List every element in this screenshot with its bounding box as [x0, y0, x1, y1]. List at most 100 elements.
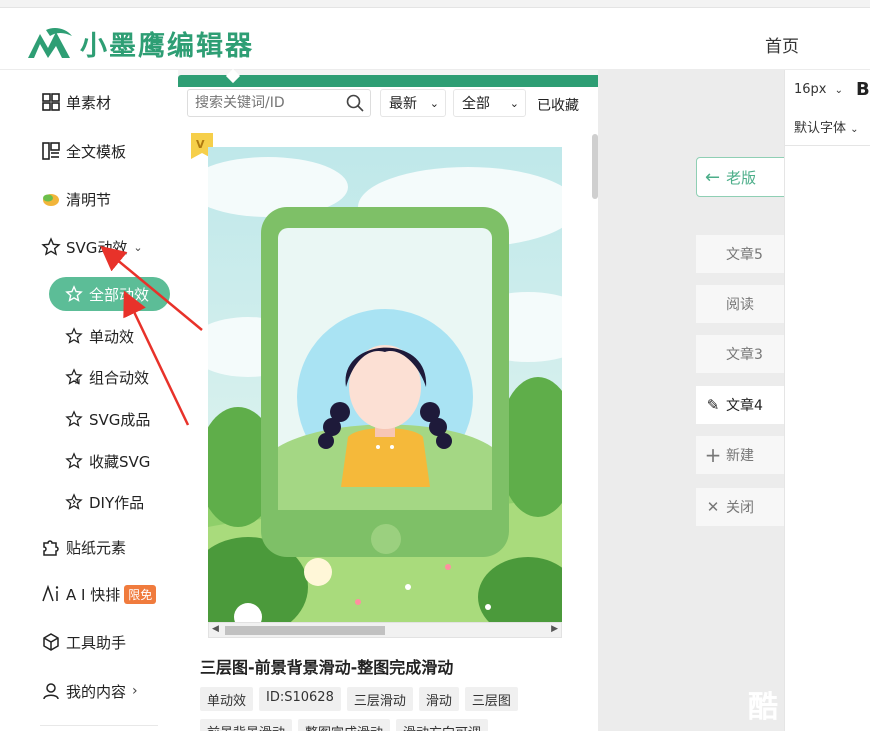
sidebar-divider	[40, 725, 158, 726]
sidebar-item-label: 清明节	[66, 190, 112, 209]
sub-item-label: 收藏SVG	[89, 452, 151, 471]
ai-icon	[40, 583, 62, 605]
left-sidebar: 单素材 全文模板 清明节 SVG动效 ⌄ 全部动效 单动效 N 组合动效 SVG…	[0, 70, 178, 731]
star-outline-icon	[63, 450, 85, 472]
search-input[interactable]	[195, 90, 345, 116]
old-version-button[interactable]: ← 老版	[696, 157, 796, 197]
star-n-icon: N	[63, 366, 85, 388]
sidebar-item-label: 全文模板	[66, 142, 127, 161]
search-icon[interactable]	[345, 93, 365, 113]
sidebar-item-full-template[interactable]: 全文模板	[40, 139, 126, 163]
chevron-down-icon: ⌄	[850, 124, 859, 135]
filter-toolbar: 最新 ⌄ 全部 ⌄ 已收藏	[178, 87, 598, 131]
reading-button[interactable]: 阅读	[696, 285, 796, 323]
sub-item-label: 全部动效	[89, 285, 150, 304]
material-panel: 最新 ⌄ 全部 ⌄ 已收藏 V	[178, 68, 610, 731]
template-icon	[40, 140, 62, 162]
app-header: 小墨鹰编辑器 首页	[0, 8, 870, 70]
scroll-right-icon[interactable]: ▶	[551, 624, 558, 634]
sub-item-diy-works[interactable]: DIY作品	[63, 490, 144, 514]
browser-tab-strip	[0, 0, 870, 8]
sidebar-item-qingming[interactable]: 清明节	[40, 187, 111, 211]
chevron-right-icon: ›	[132, 683, 138, 699]
sidebar-item-label: 我的内容	[66, 682, 127, 701]
preview-image	[208, 147, 562, 623]
watermark-glyph: 酷	[748, 690, 778, 725]
chevron-down-icon: ⌄	[429, 96, 439, 110]
category-value: 全部	[462, 96, 490, 112]
new-label: 新建	[726, 448, 754, 464]
sub-item-all-effects[interactable]: 全部动效	[49, 277, 170, 311]
svg-text:V: V	[196, 138, 205, 151]
sub-item-label: SVG成品	[89, 410, 151, 429]
brand-name: 小墨鹰编辑器	[80, 31, 254, 62]
star-outline-icon	[40, 236, 62, 258]
sort-dropdown[interactable]: 最新 ⌄	[380, 89, 446, 117]
tag[interactable]: 三层图	[464, 687, 518, 711]
close-button[interactable]: ✕ 关闭	[696, 488, 796, 526]
leaf-icon	[40, 188, 62, 210]
scroll-left-icon[interactable]: ◀	[212, 624, 219, 634]
sidebar-item-label: 贴纸元素	[66, 538, 127, 557]
star-outline-icon	[63, 283, 85, 305]
old-version-label: 老版	[726, 168, 757, 187]
logo[interactable]: 小墨鹰编辑器	[26, 24, 254, 63]
article-tab-label: 文章5	[726, 247, 763, 263]
tag[interactable]: 前景背景滑动	[200, 719, 293, 731]
sub-item-label: DIY作品	[89, 493, 145, 512]
sidebar-item-label: 工具助手	[66, 633, 127, 652]
chevron-down-icon: ⌄	[133, 240, 143, 254]
card-title: 三层图-前景背景滑动-整图完成滑动	[200, 658, 454, 677]
article-tab-label: 文章3	[726, 347, 763, 363]
reading-label: 阅读	[726, 297, 754, 313]
tag[interactable]: 滑动	[418, 687, 459, 711]
sub-item-label: 单动效	[89, 327, 135, 346]
bold-button[interactable]: B	[856, 79, 870, 100]
sidebar-item-single-material[interactable]: 单素材	[40, 90, 111, 114]
font-family-value: 默认字体	[794, 121, 847, 136]
sidebar-item-label: SVG动效	[66, 238, 128, 257]
article-tab-4[interactable]: ✎ 文章4	[696, 386, 796, 424]
sub-item-svg-finished[interactable]: SVG成品	[63, 407, 150, 431]
new-article-button[interactable]: + 新建	[696, 436, 796, 474]
tag[interactable]: 单动效	[200, 687, 254, 711]
sidebar-item-ai-layout[interactable]: A I 快排 限免	[40, 582, 157, 606]
user-icon	[40, 680, 62, 702]
horizontal-scrollbar[interactable]: ◀ ▶	[208, 622, 562, 638]
sub-item-single-effect[interactable]: 单动效	[63, 324, 134, 348]
sidebar-item-my-content[interactable]: 我的内容 ›	[40, 679, 138, 703]
tag[interactable]: 三层滑动	[346, 687, 413, 711]
sidebar-item-label: 单素材	[66, 93, 112, 112]
chevron-down-icon: ⌄	[509, 96, 519, 110]
format-divider	[785, 145, 870, 146]
font-family-dropdown[interactable]: 默认字体 ⌄	[794, 117, 859, 136]
star-sparkle-icon	[63, 491, 85, 513]
edit-icon: ✎	[706, 396, 720, 414]
sub-item-favorite-svg[interactable]: 收藏SVG	[63, 449, 150, 473]
grid-icon	[40, 91, 62, 113]
article-tab-3[interactable]: 文章3	[696, 335, 796, 373]
tag-list: 单动效 ID:S10628 三层滑动 滑动 三层图 前景背景滑动 整图完成滑动 …	[200, 687, 600, 731]
tag[interactable]: ID:S10628	[259, 687, 341, 711]
close-icon: ✕	[706, 498, 720, 516]
article-tab-5[interactable]: 文章5	[696, 235, 796, 273]
plus-icon: +	[704, 443, 722, 467]
sidebar-item-stickers[interactable]: 贴纸元素	[40, 535, 126, 559]
font-size-dropdown[interactable]: 16px ⌄	[794, 82, 843, 97]
nav-home-link[interactable]: 首页	[765, 32, 799, 57]
sidebar-item-tools[interactable]: 工具助手	[40, 630, 126, 654]
scrollbar-thumb[interactable]	[225, 626, 385, 635]
category-dropdown[interactable]: 全部 ⌄	[453, 89, 526, 117]
search-box	[187, 89, 371, 117]
star-outline-icon	[63, 408, 85, 430]
puzzle-icon	[40, 536, 62, 558]
material-card[interactable]: V ◀ ▶ 三层图-前景背景滑动-整图完成滑动 单动效 ID:S10628 三层…	[178, 131, 598, 731]
favorites-filter[interactable]: 已收藏	[537, 95, 579, 115]
tag[interactable]: 整图完成滑动	[298, 719, 391, 731]
panel-accent-bar	[178, 68, 610, 87]
sub-item-combo-effect[interactable]: N 组合动效	[63, 365, 149, 389]
chevron-down-icon: ⌄	[834, 85, 844, 96]
sidebar-item-svg-effects[interactable]: SVG动效 ⌄	[40, 235, 143, 259]
tag[interactable]: 滑动方向可调	[396, 719, 489, 731]
free-badge: 限免	[124, 584, 157, 604]
